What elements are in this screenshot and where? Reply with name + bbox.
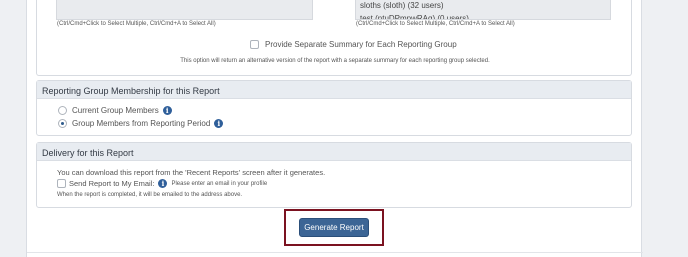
period-members-label: Group Members from Reporting Period (72, 119, 211, 128)
separate-summary-option[interactable]: Provide Separate Summary for Each Report… (250, 40, 457, 49)
multi-select-hint-left: (Ctrl/Cmd+Click to Select Multiple, Ctrl… (57, 21, 216, 27)
reporting-groups-card: sloths (sloth) (32 users) test (ntuDPmpw… (36, 0, 632, 76)
separate-summary-note: This option will return an alternative v… (180, 58, 490, 64)
current-members-radio[interactable] (58, 106, 67, 115)
reporting-groups-selected-list[interactable]: sloths (sloth) (32 users) test (ntuDPmpw… (355, 0, 611, 20)
send-email-option[interactable]: Send Report to My Email: i Please enter … (57, 179, 267, 188)
list-item[interactable]: sloths (sloth) (32 users) (360, 0, 610, 12)
membership-card: Reporting Group Membership for this Repo… (36, 80, 632, 136)
membership-title: Reporting Group Membership for this Repo… (37, 81, 631, 99)
delivery-title: Delivery for this Report (37, 143, 631, 161)
list-item[interactable]: test (ntuDPmpwRAq) (0 users) (360, 12, 610, 19)
period-members-option[interactable]: Group Members from Reporting Period i (58, 119, 224, 128)
divider (27, 252, 643, 253)
send-email-label: Send Report to My Email: (69, 179, 155, 188)
current-members-option[interactable]: Current Group Members i (58, 106, 172, 115)
separate-summary-checkbox[interactable] (250, 40, 259, 49)
reporting-groups-available-list[interactable] (56, 0, 313, 20)
email-warning: Please enter an email in your profile (171, 180, 268, 187)
completed-note: When the report is completed, it will be… (57, 192, 243, 198)
report-page: sloths (sloth) (32 users) test (ntuDPmpw… (26, 0, 643, 257)
send-email-checkbox[interactable] (57, 179, 66, 188)
multi-select-hint-right: (Ctrl/Cmd+Click to Select Multiple, Ctrl… (356, 21, 515, 27)
info-icon[interactable]: i (158, 179, 168, 188)
separate-summary-label: Provide Separate Summary for Each Report… (265, 40, 457, 49)
generate-report-button[interactable]: Generate Report (299, 218, 369, 237)
download-instructions: You can download this report from the 'R… (57, 168, 326, 177)
current-members-label: Current Group Members (72, 106, 159, 115)
delivery-card: Delivery for this Report You can downloa… (36, 142, 632, 208)
info-icon[interactable]: i (162, 106, 172, 115)
period-members-radio[interactable] (58, 119, 67, 128)
info-icon[interactable]: i (214, 119, 224, 128)
